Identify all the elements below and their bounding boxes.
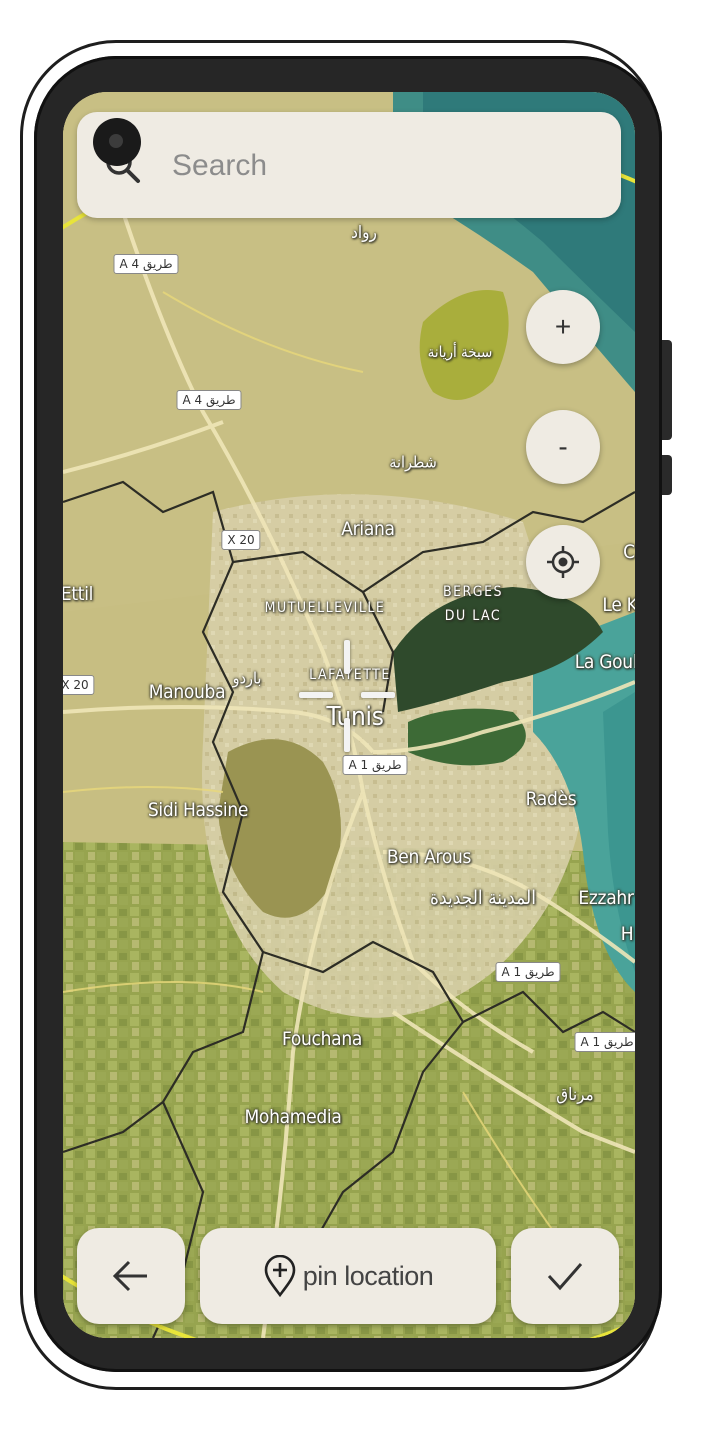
pin-location-button[interactable]: pin location	[200, 1228, 496, 1324]
map-label-ettil: Ettil	[63, 583, 94, 605]
map-label-le-kram: Le K	[602, 594, 635, 616]
map-label-du-lac: DU LAC	[444, 608, 502, 624]
locate-me-button[interactable]	[526, 525, 600, 599]
map-pin-plus-icon	[264, 1255, 295, 1297]
search-input[interactable]: Search	[172, 149, 267, 183]
front-camera	[93, 118, 141, 166]
zoom-out-button[interactable]: -	[526, 410, 600, 484]
crosshair-left-bar	[299, 692, 333, 698]
map-label-mutuelleville: MUTUELLEVILLE	[264, 600, 386, 616]
map-label-la-goulette: La Goul	[574, 651, 635, 673]
map-label-rades: Radès	[525, 788, 577, 810]
minus-icon: -	[558, 431, 568, 462]
map-label-fouchana: Fouchana	[281, 1028, 363, 1050]
map-label-mohamedia: Mohamedia	[244, 1106, 342, 1128]
confirm-button[interactable]	[511, 1228, 619, 1324]
power-button	[662, 340, 672, 440]
road-shield-a1: A 1 طريق	[574, 1032, 635, 1052]
map-label-mornag: مرناق	[556, 1085, 594, 1105]
zoom-in-button[interactable]: +	[526, 290, 600, 364]
crosshair-right-bar	[361, 692, 395, 698]
map-label-manouba: Manouba	[148, 681, 226, 703]
road-shield-a1: A 1 طريق	[342, 755, 408, 775]
road-shield-a4: A 4 طريق	[176, 390, 242, 410]
crosshair-target-icon	[547, 546, 579, 578]
map-label-bardo: باردو	[232, 668, 262, 688]
map-label-medina-jadida: المدينة الجديدة	[430, 887, 536, 909]
road-shield-a1: A 1 طريق	[495, 962, 561, 982]
map-label-sebkha-ariana: سبخة أريانة	[427, 343, 493, 361]
crosshair-top-bar	[344, 640, 350, 674]
checkmark-icon	[547, 1263, 583, 1291]
pin-location-label: pin location	[302, 1260, 434, 1291]
road-shield-a4: A 4 طريق	[113, 254, 179, 274]
crosshair-bottom-bar	[344, 718, 350, 752]
map-label-ezzahra: Ezzahr	[578, 887, 634, 909]
map-label-c: C	[623, 541, 635, 563]
map-screen[interactable]: Ariana MUTUELLEVILLE BERGES DU LAC LAFAY…	[63, 92, 635, 1338]
arrow-left-icon	[112, 1260, 147, 1292]
volume-button	[662, 455, 672, 495]
road-shield-x20: X 20	[63, 675, 95, 695]
plus-icon: +	[554, 311, 572, 342]
map-label-lafayette: LAFAYETTE	[309, 667, 391, 683]
map-label-raoued: رواد	[351, 223, 377, 243]
search-bar[interactable]: Search	[77, 112, 621, 218]
map-label-berges: BERGES	[442, 584, 504, 600]
map-label-ariana: Ariana	[341, 518, 395, 540]
map-label-tunis: Tunis	[326, 702, 384, 732]
map-label-sidi-hassine: Sidi Hassine	[147, 799, 249, 821]
road-shield-x20: X 20	[221, 530, 261, 550]
back-button[interactable]	[77, 1228, 185, 1324]
map-label-h: H	[620, 923, 634, 945]
map-label-ben-arous: Ben Arous	[386, 846, 472, 868]
map-label-chotrana: شطرانة	[389, 452, 437, 472]
